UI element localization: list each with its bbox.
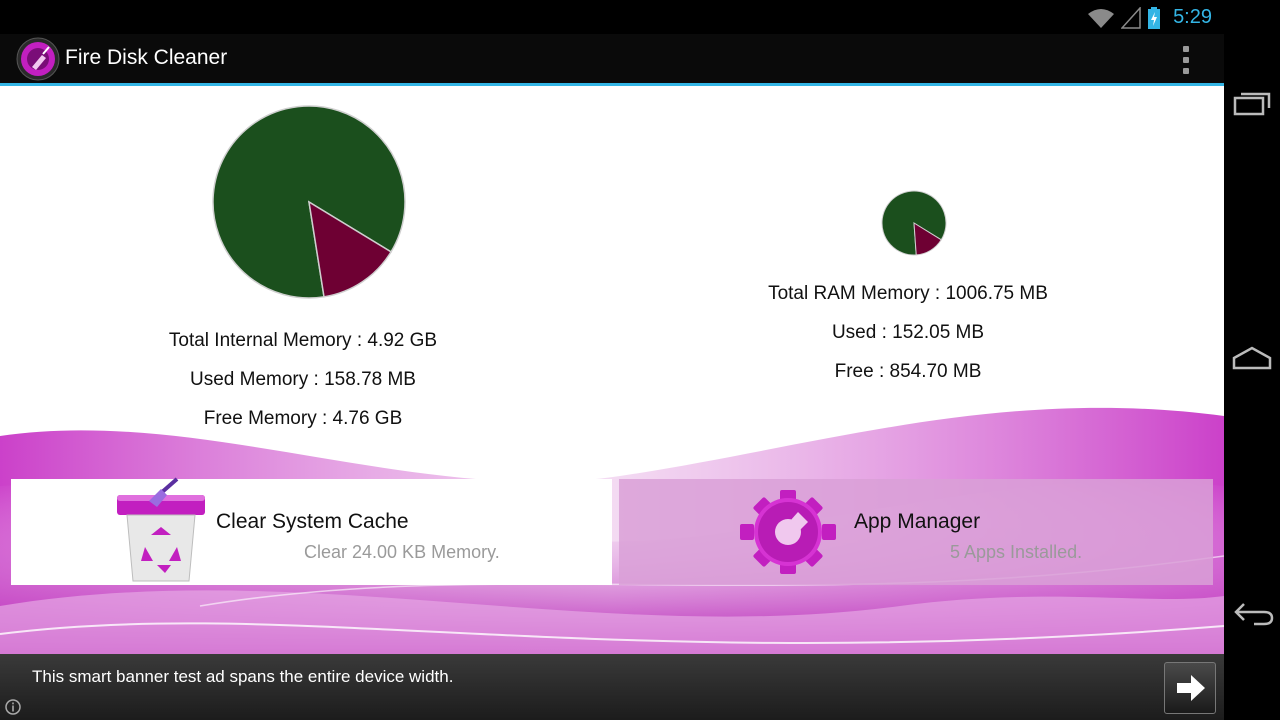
- ram-free-label: Free : 854.70 MB: [834, 361, 982, 382]
- status-bar: 5:29: [0, 0, 1224, 34]
- battery-charging-icon: [1148, 6, 1161, 29]
- internal-used-label: Used Memory : 158.78 MB: [190, 369, 416, 390]
- clear-system-cache-card[interactable]: Clear System Cache Clear 24.00 KB Memory…: [11, 477, 612, 585]
- recycle-trash-icon: [117, 477, 205, 582]
- ad-arrow-button[interactable]: [1164, 662, 1216, 714]
- app-manager-subtitle: 5 Apps Installed.: [950, 542, 1083, 562]
- ram-used-label: Used : 152.05 MB: [831, 322, 985, 343]
- internal-total-label: Total Internal Memory : 4.92 GB: [168, 330, 438, 351]
- ram-total-label: Total RAM Memory : 1006.75 MB: [768, 283, 1048, 304]
- app-manager-card[interactable]: App Manager 5 Apps Installed.: [619, 479, 1213, 585]
- internal-free-label: Free Memory : 4.76 GB: [203, 408, 403, 429]
- ram-memory-pie-chart: [881, 190, 947, 256]
- gear-icon: [740, 490, 836, 574]
- info-icon[interactable]: [4, 698, 22, 716]
- system-navigation-bar: [1224, 0, 1280, 720]
- signal-icon: [1121, 6, 1141, 29]
- home-icon[interactable]: [1230, 338, 1274, 382]
- main-content: Total Internal Memory : 4.92 GB Used Mem…: [0, 86, 1224, 654]
- ad-banner[interactable]: This smart banner test ad spans the enti…: [0, 654, 1224, 720]
- app-manager-title: App Manager: [854, 510, 981, 533]
- ad-text: This smart banner test ad spans the enti…: [32, 667, 454, 686]
- clear-cache-subtitle: Clear 24.00 KB Memory.: [304, 542, 500, 562]
- broom-disc-icon[interactable]: [16, 37, 60, 81]
- status-clock: 5:29: [1173, 6, 1212, 28]
- wifi-icon: [1088, 8, 1115, 28]
- internal-memory-pie-chart: [212, 105, 406, 299]
- app-title: Fire Disk Cleaner: [65, 46, 228, 69]
- clear-cache-title: Clear System Cache: [216, 510, 409, 533]
- back-icon[interactable]: [1230, 590, 1274, 634]
- arrow-right-icon: [1177, 675, 1205, 701]
- overflow-menu-icon[interactable]: [1176, 44, 1196, 76]
- recent-apps-icon[interactable]: [1230, 84, 1274, 128]
